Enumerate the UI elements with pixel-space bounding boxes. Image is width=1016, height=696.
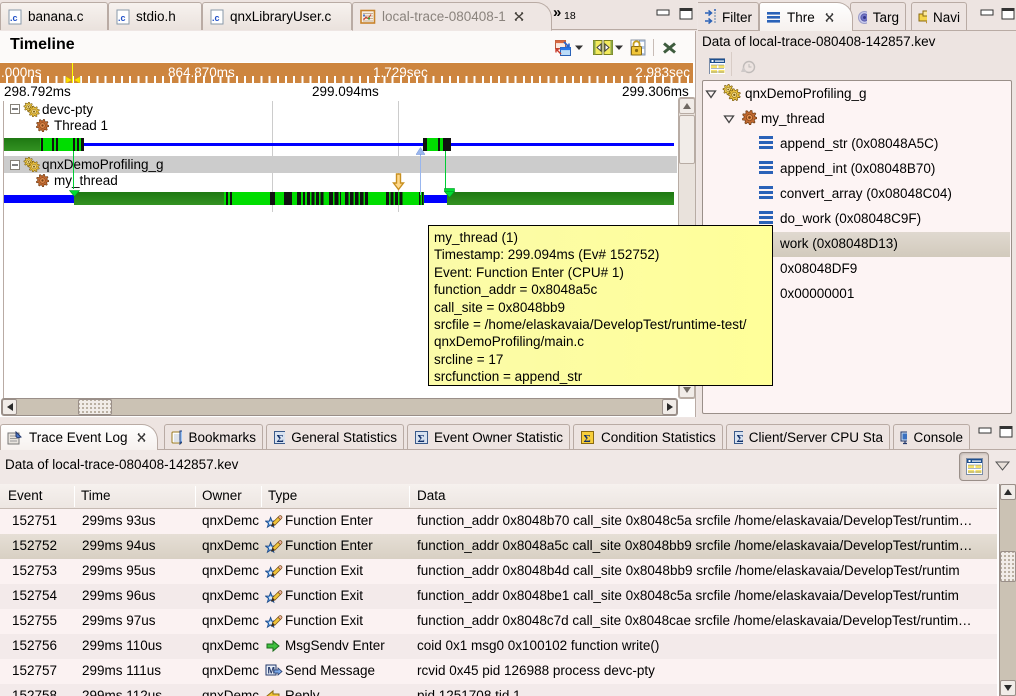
svg-text:.c: .c	[118, 13, 126, 23]
svg-text:Σ: Σ	[737, 433, 743, 445]
svg-text:Σ: Σ	[277, 433, 284, 445]
svg-text:Σ: Σ	[418, 433, 425, 445]
svg-text:Σ: Σ	[584, 433, 591, 445]
svg-text:.c: .c	[10, 13, 18, 23]
svg-text:.c: .c	[212, 13, 220, 23]
